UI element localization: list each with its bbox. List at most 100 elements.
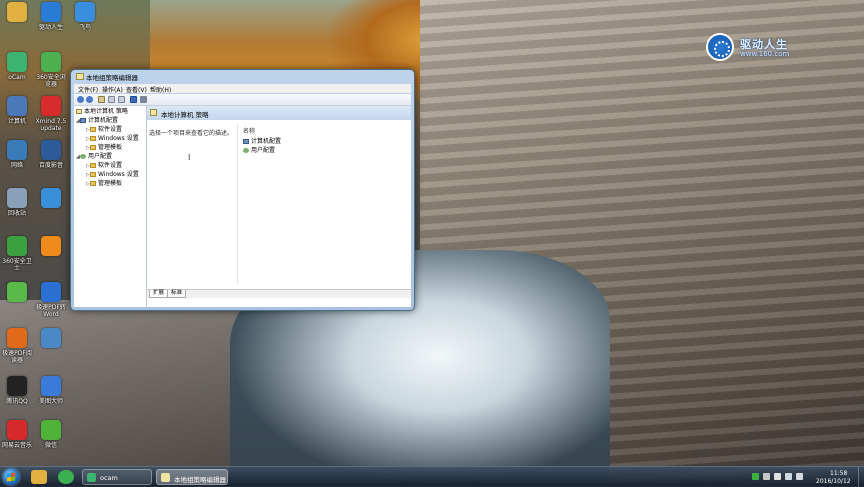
desktop-icon-folder[interactable] [0, 2, 34, 24]
tab-extended[interactable]: 扩展 [149, 290, 169, 298]
menu-action[interactable]: 操作(A) [102, 85, 123, 94]
puzzle-app-icon [41, 188, 61, 208]
policy-doc-icon [150, 109, 157, 116]
tree-user-admin[interactable]: ▷ 管理模板 [86, 180, 122, 188]
ocam-task-icon [87, 473, 96, 482]
tray-arrow-icon[interactable] [763, 473, 770, 480]
show-hide-tree-icon[interactable] [108, 96, 115, 103]
tree-user-software[interactable]: ▷ 软件设置 [86, 162, 122, 170]
user-icon [243, 148, 249, 153]
pdf-word-icon [41, 282, 61, 302]
desktop-icon-video-player[interactable]: 百度影音 [34, 140, 68, 169]
description-text: 选择一个项目来查看它的描述。 [149, 130, 234, 137]
tree-computer-software[interactable]: ▷ 软件设置 [86, 126, 122, 134]
folder-icon [90, 163, 96, 168]
tree-computer-admin[interactable]: ▷ 管理模板 [86, 144, 122, 152]
menu-help[interactable]: 帮助(H) [150, 85, 171, 94]
clock-date[interactable]: 2016/10/12 [816, 478, 851, 485]
tree-pane: 本地计算机 策略 ◢ 计算机配置 ▷ 软件设置 ▷ Windows 设置 ▷ 管理模板 … [74, 106, 147, 307]
qq-penguin-icon [7, 376, 27, 396]
folder-icon [90, 127, 96, 132]
folder-icon [90, 145, 96, 150]
task-gpedit-label: 本地组策略编辑器 [174, 476, 226, 484]
desktop-icon-ocam[interactable]: oCam [0, 52, 34, 81]
tray-flag-icon[interactable] [774, 473, 781, 480]
explorer-pin-icon[interactable] [31, 470, 47, 484]
tray-security-icon[interactable] [752, 473, 759, 480]
windows-logo-icon [7, 472, 15, 482]
back-arrow-icon[interactable] [77, 96, 84, 103]
view-tabs: 扩展 标准 [147, 289, 411, 298]
desktop-icon-label: 网络 [10, 162, 23, 169]
help-icon[interactable] [130, 96, 137, 103]
desktop-icon-security-shield[interactable]: 360安全卫士 [0, 236, 34, 272]
desktop-icon-check-doc[interactable] [34, 328, 68, 350]
menu-file[interactable]: 文件(F) [78, 85, 98, 94]
desktop-icon-label: 驱动人生 [38, 24, 63, 31]
desktop-icon-recycle-bin[interactable]: 回收站 [0, 188, 34, 217]
tab-standard[interactable]: 标准 [167, 290, 187, 298]
up-folder-icon[interactable] [98, 96, 105, 103]
desktop-icon-flash-app[interactable] [34, 236, 68, 258]
show-desktop-button[interactable] [858, 467, 864, 487]
desktop-icon-puzzle-app[interactable] [34, 188, 68, 210]
column-divider[interactable] [237, 124, 238, 284]
photo-app-icon [41, 376, 61, 396]
desktop-icon-label: 极速PDF阅读器 [2, 350, 32, 364]
desktop-icon-app-icon-blue[interactable]: 驱动人生 [34, 2, 68, 31]
desktop-icon-computer[interactable]: 计算机 [0, 96, 34, 125]
desktop-icon-browser-360[interactable]: 360安全浏览器 [34, 52, 68, 88]
computer-icon [243, 139, 249, 144]
task-ocam[interactable]: ocam [82, 469, 152, 485]
desktop-icon-pdf-reader[interactable]: 极速PDF阅读器 [0, 328, 34, 364]
desktop-icon-wechat[interactable]: 微信 [34, 420, 68, 449]
desktop-icon-label: 极速PDF转Word [36, 304, 66, 318]
start-button[interactable] [3, 469, 19, 485]
desktop-icon-bird-app[interactable]: 飞鸟 [68, 2, 102, 31]
browser-360-pin-icon[interactable] [58, 470, 74, 484]
tree-user-config[interactable]: ◢ 用户配置 [76, 153, 112, 161]
security-shield-icon [7, 236, 27, 256]
user-icon [80, 154, 86, 159]
column-header-name[interactable]: 名称 [243, 126, 255, 135]
list-item-computer-config[interactable]: 计算机配置 [243, 136, 281, 145]
desktop-icon-qq-penguin[interactable]: 腾讯QQ [0, 376, 34, 405]
tree-root[interactable]: 本地计算机 策略 [76, 108, 128, 115]
forward-arrow-icon[interactable] [86, 96, 93, 103]
tray-network-icon[interactable] [785, 473, 792, 480]
flash-app-icon [41, 236, 61, 256]
desktop-icon-label: 网易云音乐 [1, 442, 32, 449]
computer-icon [80, 118, 86, 123]
tree-computer-windows[interactable]: ▷ Windows 设置 [86, 135, 139, 143]
network-icon [7, 140, 27, 160]
task-gpedit[interactable]: 本地组策略编辑器 [156, 469, 228, 485]
wechat-icon [41, 420, 61, 440]
clock-time[interactable]: 11:58 [830, 470, 847, 477]
desktop-icon-label: 360安全浏览器 [36, 74, 66, 88]
bird-app-icon [75, 2, 95, 22]
menu-view[interactable]: 查看(V) [126, 85, 147, 94]
desktop-icon-music-app[interactable]: 网易云音乐 [0, 420, 34, 449]
desktop-icon-network[interactable]: 网络 [0, 140, 34, 169]
gpedit-window[interactable]: 本地组策略编辑器 文件(F) 操作(A) 查看(V) 帮助(H) 本地计算机 策… [70, 69, 415, 311]
tree-user-windows[interactable]: ▷ Windows 设置 [86, 171, 139, 179]
browser-360-icon [41, 52, 61, 72]
policy-doc-icon [76, 73, 84, 80]
desktop-icon-photo-app[interactable]: 美图大师 [34, 376, 68, 405]
filter-icon[interactable] [140, 96, 147, 103]
tree-computer-config[interactable]: ◢ 计算机配置 [76, 117, 118, 125]
menu-bar: 文件(F) 操作(A) 查看(V) 帮助(H) [74, 84, 411, 94]
pdf-reader-icon [7, 328, 27, 348]
desktop-icon-label: Xmind 7.5 update [35, 118, 67, 132]
desktop-icon-xmind[interactable]: Xmind 7.5 update [34, 96, 68, 132]
folder-icon [90, 181, 96, 186]
toolbar [74, 94, 411, 106]
export-list-icon[interactable] [118, 96, 125, 103]
desktop-icon-label: 360安全卫士 [2, 258, 32, 272]
list-item-user-config[interactable]: 用户配置 [243, 145, 275, 154]
desktop-icon-pdf-word[interactable]: 极速PDF转Word [34, 282, 68, 318]
content-title: 本地计算机 策略 [161, 111, 209, 119]
window-titlebar[interactable]: 本地组策略编辑器 [71, 70, 414, 83]
tray-volume-icon[interactable] [796, 473, 803, 480]
desktop-icon-cat-app[interactable] [0, 282, 34, 304]
